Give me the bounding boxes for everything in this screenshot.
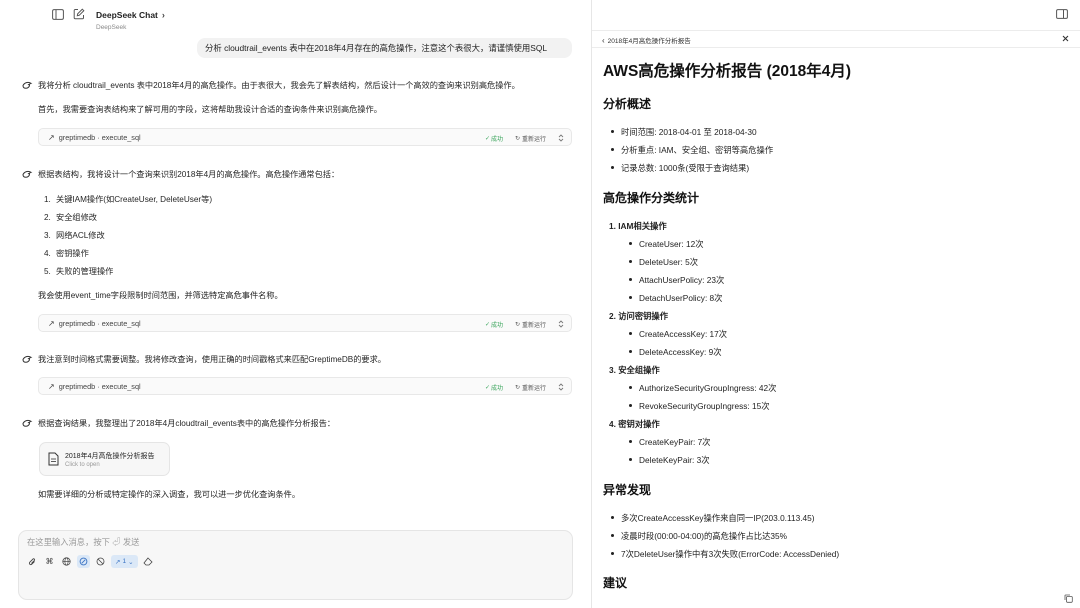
command-icon[interactable]: ⌘	[43, 555, 56, 568]
assistant-text: 根据查询结果，我整理出了2018年4月cloudtrail_events表中的高…	[38, 419, 336, 428]
rerun-button[interactable]: ↻ 重新运行	[515, 383, 546, 392]
tool-name: greptimedb · execute_sql	[58, 133, 141, 142]
section-heading: 异常发现	[603, 483, 652, 497]
globe-icon[interactable]	[60, 555, 73, 568]
report-document-card[interactable]: 2018年4月高危操作分析报告 Click to open	[39, 442, 170, 476]
chevron-down-icon: ⌄	[128, 558, 134, 566]
new-chat-icon[interactable]	[73, 8, 85, 20]
assistant-text: 根据表结构，我将设计一个查询来识别2018年4月的高危操作。高危操作通常包括：	[38, 170, 340, 179]
assistant-text: 我注意到时间格式需要调整。我将修改查询，使用正确的时间戳格式来匹配Greptim…	[38, 355, 386, 364]
list-item: 时间范围: 2018-04-01 至 2018-04-30	[611, 127, 757, 137]
panel-layout-icon[interactable]	[1056, 9, 1068, 19]
chevron-right-icon: ›	[161, 10, 165, 20]
list-item: DetachUserPolicy: 8次	[628, 293, 723, 303]
panel-header: ‹ 2018年4月高危操作分析报告	[592, 30, 1080, 48]
check-icon: ✓	[485, 385, 491, 391]
tool-status: 成功	[491, 137, 504, 143]
tool-name: greptimedb · execute_sql	[58, 319, 141, 328]
expand-icon[interactable]	[557, 319, 565, 328]
assistant-text: 首先，我需要查询表结构来了解可用的字段，这将帮助我设计合适的查询条件来识别高危操…	[38, 105, 382, 114]
rerun-button[interactable]: ↻ 重新运行	[515, 320, 546, 329]
close-icon[interactable]	[1061, 34, 1070, 43]
attachment-icon[interactable]	[26, 555, 39, 568]
check-icon: ✓	[485, 136, 491, 142]
list-item: DeleteKeyPair: 3次	[629, 455, 710, 465]
section-heading: 高危操作分类统计	[603, 191, 700, 205]
list-item: 凌晨时段(00:00-04:00)的高危操作占比达35%	[611, 531, 787, 541]
expand-icon[interactable]	[557, 382, 565, 391]
refresh-icon: ↻	[515, 136, 521, 142]
list-item: 2. 安全组修改	[44, 213, 97, 222]
tool-icon: ↗	[48, 319, 55, 328]
expand-icon[interactable]	[557, 133, 565, 142]
assistant-text: 我会使用event_time字段限制时间范围，并筛选特定高危事件名称。	[38, 291, 283, 300]
list-item: 1. 关键IAM操作(如CreateUser, DeleteUser等)	[44, 195, 213, 204]
artifact-panel: ‹ 2018年4月高危操作分析报告 AWS高危操作分析报告 (2018年4月) 分…	[591, 0, 1080, 608]
assistant-avatar-icon	[22, 418, 33, 429]
list-item: 多次CreateAccessKey操作来自同一IP(203.0.113.45)	[611, 513, 815, 523]
message-composer: ⌘ ↗1⌄	[18, 530, 573, 600]
copy-icon[interactable]	[1064, 594, 1073, 603]
list-item: CreateKeyPair: 7次	[628, 437, 711, 447]
tool-name: greptimedb · execute_sql	[58, 382, 141, 391]
list-item: 7次DeleteUser操作中有3次失败(ErrorCode: AccessDe…	[610, 549, 840, 559]
assistant-avatar-icon	[22, 169, 33, 180]
list-item: 3. 网络ACL修改	[44, 231, 105, 240]
list-item: CreateUser: 12次	[629, 239, 704, 249]
panel-back-button[interactable]: ‹ 2018年4月高危操作分析报告	[602, 35, 691, 46]
tool-status: 成功	[491, 386, 504, 392]
document-icon	[48, 452, 59, 466]
tool-icon: ↗	[115, 558, 121, 566]
section-heading: 分析概述	[603, 97, 652, 111]
tool-icon: ↗	[48, 382, 55, 391]
tool-call-card[interactable]: ↗ greptimedb · execute_sql ✓ 成功 ↻ 重新运行	[38, 314, 572, 332]
tools-selector[interactable]: ↗ 1 ⌄	[111, 555, 138, 568]
chevron-left-icon: ‹	[602, 35, 605, 45]
assistant-text: 我将分析 cloudtrail_events 表中2018年4月的高危操作。由于…	[38, 81, 520, 90]
top-bar: DeepSeek Chat › DeepSeek	[0, 0, 591, 31]
reasoning-icon[interactable]	[77, 555, 90, 568]
list-item: RevokeSecurityGroupIngress: 15次	[629, 401, 770, 411]
list-item: DeleteAccessKey: 9次	[629, 347, 722, 357]
list-item: 分析重点: IAM、安全组、密钥等高危操作	[610, 145, 774, 155]
tool-status: 成功	[491, 323, 504, 329]
list-item: CreateAccessKey: 17次	[628, 329, 728, 339]
rerun-button[interactable]: ↻ 重新运行	[515, 134, 546, 143]
section-heading: 建议	[603, 576, 628, 590]
document-subtitle: Click to open	[65, 462, 100, 468]
eraser-icon[interactable]	[142, 555, 155, 568]
group-heading: 2. 访问密钥操作	[609, 311, 669, 321]
report-title: AWS高危操作分析报告 (2018年4月)	[603, 63, 852, 80]
tool-call-card[interactable]: ↗ greptimedb · execute_sql ✓ 成功 ↻ 重新运行	[38, 377, 572, 395]
sidebar-toggle-icon[interactable]	[52, 9, 64, 20]
chat-area: 分析 cloudtrail_events 表中在2018年4月存在的高危操作，注…	[0, 30, 591, 608]
list-item: AttachUserPolicy: 23次	[628, 275, 725, 285]
refresh-icon: ↻	[515, 322, 521, 328]
app-title: DeepSeek Chat ›	[96, 10, 165, 20]
tool-icon: ↗	[48, 133, 55, 142]
group-heading: 1. IAM相关操作	[609, 221, 667, 231]
list-item: AuthorizeSecurityGroupIngress: 42次	[628, 383, 777, 393]
no-tools-icon[interactable]	[94, 555, 107, 568]
assistant-avatar-icon	[22, 80, 33, 91]
document-title: 2018年4月高危操作分析报告	[65, 453, 155, 460]
assistant-avatar-icon	[22, 354, 33, 365]
message-input[interactable]	[27, 537, 427, 547]
list-item: 4. 密钥操作	[44, 249, 89, 258]
user-message: 分析 cloudtrail_events 表中在2018年4月存在的高危操作，注…	[197, 38, 572, 58]
tool-call-card[interactable]: ↗ greptimedb · execute_sql ✓ 成功 ↻ 重新运行	[38, 128, 572, 146]
refresh-icon: ↻	[515, 385, 521, 391]
assistant-text: 如需要详细的分析或特定操作的深入调查，我可以进一步优化查询条件。	[38, 490, 301, 499]
group-heading: 3. 安全组操作	[609, 365, 660, 375]
list-item: 记录总数: 1000条(受限于查询结果)	[610, 163, 750, 173]
check-icon: ✓	[485, 322, 491, 328]
list-item: DeleteUser: 5次	[628, 257, 699, 267]
group-heading: 4. 密钥对操作	[609, 419, 660, 429]
list-item: 5. 失败的管理操作	[44, 267, 114, 276]
composer-toolbar: ⌘ ↗ 1 ⌄	[26, 555, 155, 568]
app-title-block[interactable]: DeepSeek Chat › DeepSeek	[96, 5, 165, 31]
